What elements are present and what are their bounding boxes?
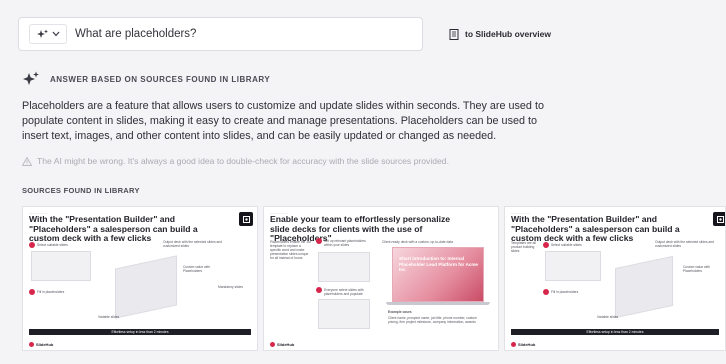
card-note: Select suitable slides [37,243,68,247]
overview-link-label: to SlideHub overview [465,29,551,39]
sources-title: SOURCES FOUND IN LIBRARY [22,186,140,195]
document-icon [449,28,459,40]
source-card-1[interactable]: — — — — — With the "Presentation Builder… [22,206,258,351]
source-card-3[interactable]: — — — — — With the "Presentation Builder… [504,206,726,351]
card-note: Placeholders enable the 1st template to … [270,240,311,260]
step-marker [543,289,549,295]
card-note: Custom value with Placeholders [183,265,210,273]
ai-mode-dropdown[interactable] [29,24,67,44]
search-input[interactable]: What are placeholders? [75,28,196,40]
expand-icon[interactable] [713,212,725,226]
answer-title: ANSWER BASED ON SOURCES FOUND IN LIBRARY [50,74,271,84]
card-note: Fill in placeholders [37,290,65,294]
warning-icon [22,156,32,166]
card-footer-bar: Effortless setup in less than 2 minutes [29,329,251,335]
step-marker [316,238,322,244]
slide-thumbnails [545,251,601,281]
card-note: Set up relevant placeholders within your… [324,239,366,247]
chevron-down-icon [52,31,60,37]
card-note: Everyone select slides with placeholders… [324,288,364,296]
slide-thumbnail [318,299,370,329]
card-note: Variable slides [597,315,619,319]
slidehub-logo: SlideHub [270,342,294,347]
card-note: Mandatory slides [218,285,243,289]
card-footer-bar: Effortless setup in less than 2 minutes [511,329,719,335]
step-marker [29,242,35,248]
slidehub-logo: SlideHub [29,342,53,347]
step-marker [543,242,549,248]
card-note: Variable slides [98,315,120,319]
source-card-2[interactable]: — — — — — Enable your team to effortless… [263,206,499,351]
step-marker [29,289,35,295]
search-box[interactable]: What are placeholders? [18,17,423,51]
card-note: Output deck with the selected slides and… [655,240,715,248]
ai-disclaimer: The AI might be wrong. It's always a goo… [22,156,449,166]
card-note: Templates are all product building slide… [511,241,536,253]
card-note: Client-ready deck with a custom, up-to-d… [382,240,453,244]
laptop-base [386,302,490,305]
deck-stack-illustration [615,255,673,319]
client-ready-slide: Short introduction to: Internal Placehol… [392,247,484,302]
deck-stack-illustration [115,255,177,319]
step-marker [316,287,322,293]
card-note: Custom value with Placeholders [683,265,710,273]
expand-icon[interactable] [239,212,253,226]
slide-thumbnail [318,252,370,282]
search-row: What are placeholders? to SlideHub overv… [18,17,710,51]
card-note: Example cases [388,310,412,314]
card-note: Output deck with the selected slides and… [163,240,223,248]
sparkle-icon [23,71,39,85]
slidehub-logo: SlideHub [511,342,535,347]
card-note: Select suitable slides [551,243,582,247]
answer-header: ANSWER BASED ON SOURCES FOUND IN LIBRARY [22,71,270,87]
card-note: Fill in placeholders [551,290,579,294]
slide-thumbnails [31,251,91,281]
disclaimer-text: The AI might be wrong. It's always a goo… [37,156,449,166]
card-note: Client name, prospect name, job title, p… [388,316,477,324]
sparkle-icon [37,29,48,38]
slidehub-overview-link[interactable]: to SlideHub overview [449,28,551,40]
answer-text: Placeholders are a feature that allows u… [22,100,544,142]
